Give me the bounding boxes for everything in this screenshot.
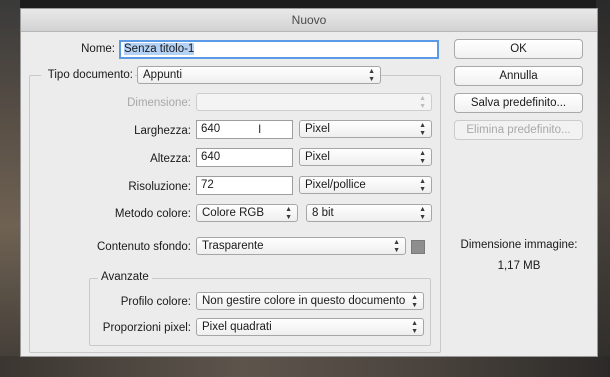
select-arrows-icon: ▲ ▼ bbox=[419, 122, 426, 137]
select-arrows-icon: ▲ ▼ bbox=[419, 178, 426, 193]
color-profile-select[interactable]: Non gestire colore in questo documento ▲… bbox=[196, 292, 424, 310]
color-mode-value: Colore RGB bbox=[202, 207, 264, 219]
height-label: Altezza: bbox=[150, 153, 191, 165]
image-size-value: 1,17 MB bbox=[497, 260, 541, 272]
delete-preset-button[interactable]: Elimina predefinito... bbox=[454, 120, 583, 140]
width-field[interactable]: 640 bbox=[196, 120, 293, 139]
background-value: Trasparente bbox=[202, 240, 264, 252]
width-value: 640 bbox=[201, 123, 221, 135]
name-field-value: Senza titolo-1 bbox=[124, 43, 195, 55]
select-arrows-icon: ▲ ▼ bbox=[285, 206, 292, 221]
resolution-unit-select[interactable]: Pixel/pollice ▲ ▼ bbox=[299, 176, 432, 194]
dimension-select[interactable]: ▲ ▼ bbox=[196, 93, 432, 111]
select-arrows-icon: ▲ ▼ bbox=[368, 68, 375, 83]
select-arrows-icon: ▲ ▼ bbox=[419, 206, 426, 221]
name-label: Nome: bbox=[81, 43, 115, 55]
height-unit-select[interactable]: Pixel ▲ ▼ bbox=[299, 148, 432, 166]
select-arrows-icon: ▲ ▼ bbox=[411, 320, 418, 335]
pixel-aspect-label: Proporzioni pixel: bbox=[102, 322, 191, 334]
doc-type-value: Appunti bbox=[143, 69, 183, 81]
width-unit-value: Pixel bbox=[305, 123, 330, 135]
resolution-label: Risoluzione: bbox=[128, 181, 191, 193]
doc-type-select[interactable]: Appunti ▲ ▼ bbox=[137, 66, 381, 84]
image-size-label: Dimensione immagine: bbox=[460, 239, 578, 251]
select-arrows-icon: ▲ ▼ bbox=[393, 239, 400, 254]
doc-type-label: Tipo documento: bbox=[41, 69, 135, 81]
resolution-unit-value: Pixel/pollice bbox=[305, 179, 366, 191]
color-profile-label: Profilo colore: bbox=[120, 296, 191, 308]
pixel-aspect-select[interactable]: Pixel quadrati ▲ ▼ bbox=[196, 318, 424, 336]
background-select[interactable]: Trasparente ▲ ▼ bbox=[196, 237, 406, 255]
background-photo-left bbox=[0, 0, 20, 377]
ok-button[interactable]: OK bbox=[454, 39, 583, 59]
dimension-label: Dimensione: bbox=[127, 97, 191, 109]
save-preset-button[interactable]: Salva predefinito... bbox=[454, 93, 583, 113]
height-field[interactable]: 640 bbox=[196, 148, 293, 167]
height-unit-value: Pixel bbox=[305, 151, 330, 163]
dialog-title: Nuovo bbox=[21, 9, 597, 32]
color-profile-value: Non gestire colore in questo documento bbox=[202, 295, 406, 307]
background-photo-right bbox=[596, 0, 610, 377]
resolution-value: 72 bbox=[201, 179, 214, 191]
width-unit-select[interactable]: Pixel ▲ ▼ bbox=[299, 120, 432, 138]
select-arrows-icon: ▲ ▼ bbox=[419, 95, 426, 110]
pixel-aspect-value: Pixel quadrati bbox=[202, 321, 272, 333]
bit-depth-select[interactable]: 8 bit ▲ ▼ bbox=[306, 204, 432, 222]
height-value: 640 bbox=[201, 151, 221, 163]
resolution-field[interactable]: 72 bbox=[196, 176, 293, 195]
background-label: Contenuto sfondo: bbox=[97, 241, 191, 253]
select-arrows-icon: ▲ ▼ bbox=[419, 150, 426, 165]
background-color-swatch[interactable] bbox=[411, 240, 425, 254]
width-label: Larghezza: bbox=[134, 125, 191, 137]
new-document-dialog: Nuovo Nome: Senza titolo-1 Tipo document… bbox=[20, 8, 598, 357]
color-mode-select[interactable]: Colore RGB ▲ ▼ bbox=[196, 204, 298, 222]
color-mode-label: Metodo colore: bbox=[114, 208, 191, 220]
select-arrows-icon: ▲ ▼ bbox=[411, 294, 418, 309]
name-field[interactable]: Senza titolo-1 bbox=[119, 40, 439, 59]
cancel-button[interactable]: Annulla bbox=[454, 66, 583, 86]
advanced-title: Avanzate bbox=[98, 271, 152, 283]
bit-depth-value: 8 bit bbox=[312, 207, 334, 219]
text-cursor-icon: I bbox=[258, 122, 262, 136]
background-photo-bottom bbox=[0, 356, 610, 377]
